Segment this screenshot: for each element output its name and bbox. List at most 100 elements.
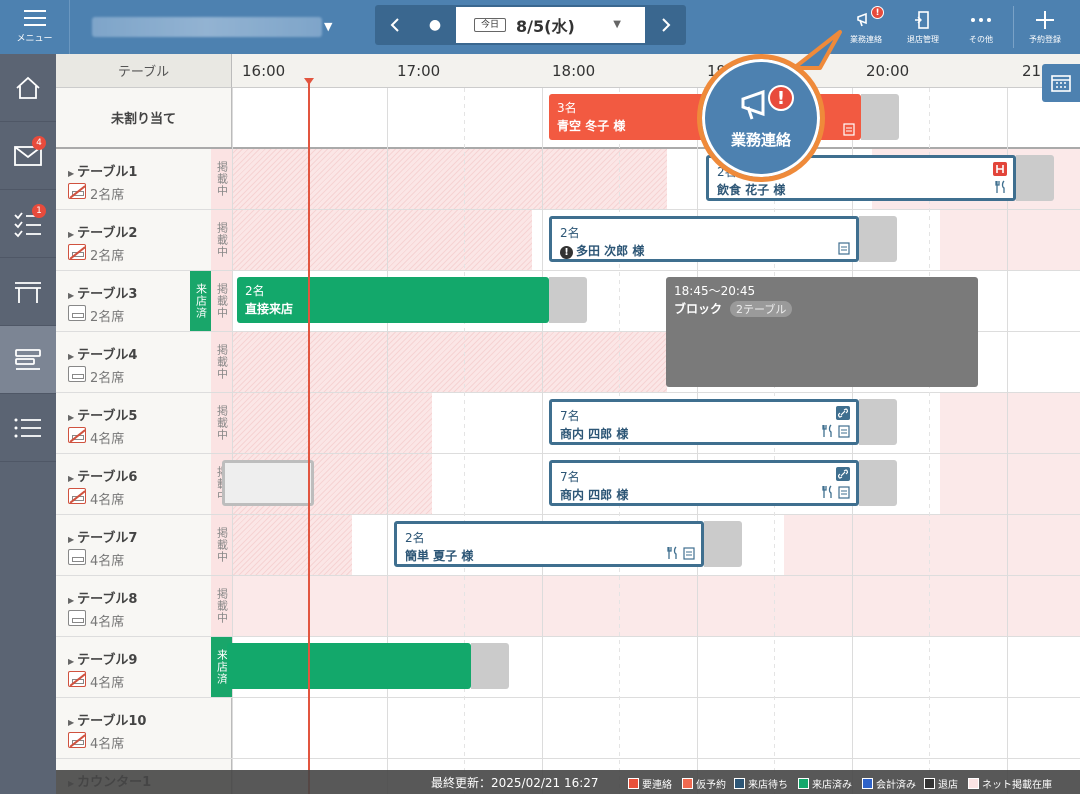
current-time-marker [304, 78, 314, 85]
date-selector[interactable]: 今日 8/5(水) ▼ [456, 7, 645, 43]
sidebar-item-mail[interactable]: 4 [0, 122, 56, 190]
row-area[interactable]: 2名! 多田 次郎 様 [232, 210, 1080, 270]
expand-arrow-icon: ▶ [68, 291, 75, 300]
row-area[interactable] [227, 637, 1080, 697]
seat-count: 4名席 [90, 737, 125, 752]
table-row-label[interactable]: ▶ テーブル3 2名席 来店済 掲載中 [56, 271, 232, 331]
visited-block[interactable] [227, 643, 471, 689]
table-name-text: テーブル8 [77, 592, 138, 607]
legend-label: 退店 [938, 780, 958, 791]
sidebar-item-list[interactable] [0, 394, 56, 462]
table-name: ▶ テーブル2 [68, 222, 137, 241]
business-label: 業務連絡 [850, 35, 882, 44]
prev-day-button[interactable] [375, 5, 415, 45]
legend-swatch [682, 778, 693, 789]
table-row: ▶ テーブル3 2名席 来店済 掲載中 2名 直接来店 18:45～20:45 ブロック 2テーブ… [56, 271, 1080, 387]
seat-count: 4名席 [90, 676, 125, 691]
menu-button[interactable]: メニュー [0, 0, 70, 54]
other-button[interactable]: その他 [956, 0, 1006, 54]
table-row: ▶ テーブル10 4名席 [56, 698, 1080, 759]
reservation-block[interactable]: 2名! 多田 次郎 様 [549, 216, 859, 262]
table-row-label[interactable]: ▶ テーブル9 4名席 来店済 [56, 637, 232, 697]
seat-count: 4名席 [90, 432, 125, 447]
seat-count: 2名席 [90, 188, 125, 203]
time-label: 20:00 [866, 62, 910, 80]
table-name: ▶ テーブル5 [68, 405, 137, 424]
table-row-label[interactable]: ▶ テーブル2 2名席 掲載中 [56, 210, 232, 270]
no-smoking-seat-icon [68, 427, 86, 443]
current-dot-button[interactable]: ● [415, 5, 455, 45]
table-column-header: テーブル [56, 54, 232, 88]
callout-label: 業務連絡 [730, 130, 791, 149]
link-icon [836, 406, 850, 423]
table-row-label[interactable]: ▶ テーブル5 4名席 掲載中 [56, 393, 232, 453]
reservation-tail [549, 277, 587, 323]
reservation-block[interactable]: 2名 簡単 夏子 様 [394, 521, 704, 567]
expand-arrow-icon: ▶ [68, 718, 75, 727]
guest-line: ! 多田 次郎 様 [560, 242, 644, 259]
table-name-text: テーブル10 [77, 714, 147, 729]
sidebar-item-home[interactable] [0, 54, 56, 122]
published-tag: 掲載中 [211, 149, 232, 209]
legend-label: 来店待ち [748, 780, 788, 791]
calendar-button[interactable] [1042, 64, 1080, 102]
empty-block[interactable] [222, 460, 314, 506]
published-tag: 掲載中 [211, 210, 232, 270]
legend-swatch [628, 778, 639, 789]
block-reservation[interactable]: 18:45～20:45 ブロック 2テーブル [666, 277, 978, 387]
next-day-button[interactable] [646, 5, 686, 45]
guest-count: 2名 [405, 531, 425, 545]
reservation-tail [859, 399, 897, 445]
reservation-block[interactable]: 7名 商内 四郎 様 [549, 399, 859, 445]
divider [1013, 6, 1014, 48]
time-label: 21 [1022, 62, 1042, 80]
expand-arrow-icon: ▶ [68, 535, 75, 544]
no-smoking-seat-icon [68, 183, 86, 199]
table-row-label[interactable]: ▶ テーブル4 2名席 掲載中 [56, 332, 232, 392]
sidebar-item-timeline[interactable] [0, 326, 56, 394]
published-hatch [232, 515, 352, 575]
top-bar: メニュー ▼ ● 今日 8/5(水) ▼ ! 業務連絡 退店管理 その他 予約登… [0, 0, 1080, 54]
today-badge[interactable]: 今日 [474, 18, 507, 32]
row-area[interactable]: 7名 商内 四郎 様 [222, 454, 1080, 514]
row-area[interactable] [232, 576, 1080, 636]
other-label: その他 [969, 35, 993, 44]
table-name-text: テーブル4 [77, 348, 138, 363]
alert-icon: ! [560, 246, 573, 259]
row-area[interactable]: 2名 直接来店 18:45～20:45 ブロック 2テーブル [232, 271, 1080, 387]
reservation-block[interactable]: 7名 商内 四郎 様 [549, 460, 859, 506]
shop-name-blurred[interactable] [92, 17, 322, 37]
table-row-label[interactable]: ▶ テーブル10 4名席 [56, 698, 232, 758]
row-area[interactable]: 3名 青空 冬子 様 [232, 88, 1080, 147]
reservation-register-button[interactable]: 予約登録 [1018, 0, 1072, 54]
reservation-block[interactable]: 2名 直接来店 [237, 277, 549, 323]
shop-caret-icon[interactable]: ▼ [324, 20, 332, 33]
table-name: ▶ テーブル3 [68, 283, 137, 302]
sidebar-item-tasks[interactable]: 1 [0, 190, 56, 258]
row-area[interactable]: 2名飲食 花子 様 [232, 149, 1080, 209]
row-area[interactable]: 2名 簡単 夏子 様 [232, 515, 1080, 575]
reservation-tail [1016, 155, 1054, 201]
seat-icon [68, 610, 86, 626]
row-area[interactable]: 7名 商内 四郎 様 [232, 393, 1080, 453]
table-row-label[interactable]: ▶ テーブル1 2名席 掲載中 [56, 149, 232, 209]
published-tag: 掲載中 [211, 332, 232, 392]
legend-swatch [734, 778, 745, 789]
time-label: 16:00 [242, 62, 286, 80]
expand-arrow-icon: ▶ [68, 230, 75, 239]
guest-line: 直接来店 [245, 300, 293, 317]
table-row-label[interactable]: ▶ テーブル8 4名席 掲載中 [56, 576, 232, 636]
table-name-text: テーブル1 [77, 165, 138, 180]
sidebar-item-tables[interactable] [0, 258, 56, 326]
leave-management-button[interactable]: 退店管理 [898, 0, 948, 54]
published-tag: 掲載中 [211, 515, 232, 575]
row-area[interactable] [232, 698, 1080, 758]
table-row-label[interactable]: ▶テーブル64名席掲載中 [56, 454, 232, 514]
table-row-label[interactable]: ▶ テーブル7 4名席 掲載中 [56, 515, 232, 575]
expand-arrow-icon: ▶ [68, 413, 75, 422]
published-hatch [232, 210, 532, 270]
table-name-text: テーブル6 [77, 470, 138, 485]
business-contact-callout[interactable]: ! 業務連絡 [697, 54, 825, 182]
menu-label: メニュー [16, 34, 53, 44]
legend-label: ネット掲載在庫 [982, 780, 1052, 791]
